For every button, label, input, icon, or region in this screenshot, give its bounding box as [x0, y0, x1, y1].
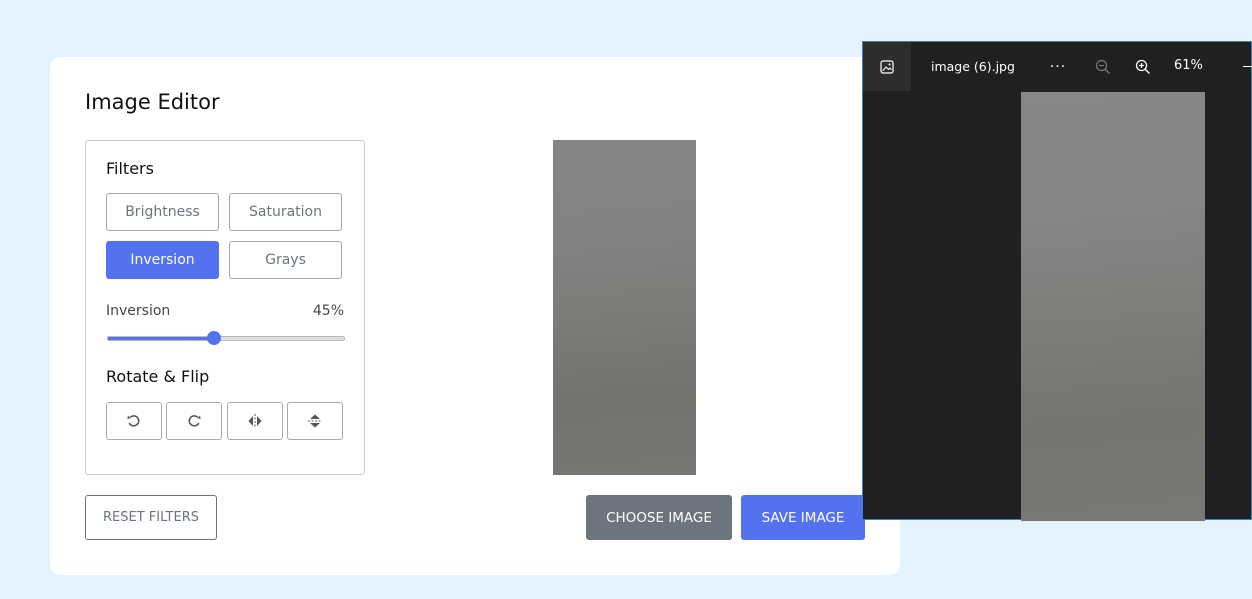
filter-panel: Filters Brightness Saturation Inversion … — [85, 140, 365, 475]
saturation-button[interactable]: Saturation — [229, 193, 342, 231]
flip-horizontal-button[interactable] — [227, 402, 283, 440]
choose-image-button[interactable]: CHOOSE IMAGE — [586, 495, 732, 540]
viewer-toolbar: image (6).jpg ... 61% — [863, 42, 1252, 91]
flip-vertical-icon — [308, 414, 322, 428]
save-image-button[interactable]: SAVE IMAGE — [741, 495, 865, 540]
rotate-heading: Rotate & Flip — [106, 367, 210, 386]
rotate-right-button[interactable] — [166, 402, 222, 440]
zoom-level: 61% — [1174, 58, 1203, 73]
zoom-out-button[interactable] — [1093, 57, 1113, 77]
reset-filters-button[interactable]: RESET FILTERS — [85, 495, 217, 540]
slider-value: 45% — [312, 303, 344, 319]
file-name: image (6).jpg — [931, 59, 1015, 74]
slider-name: Inversion — [106, 303, 171, 319]
filter-slider[interactable] — [107, 331, 345, 345]
minimize-icon[interactable] — [1243, 66, 1252, 67]
flip-horizontal-icon — [248, 414, 262, 428]
rotate-left-button[interactable] — [106, 402, 162, 440]
more-icon: ... — [1049, 55, 1067, 71]
gallery-button[interactable] — [863, 42, 911, 91]
image-preview — [553, 140, 696, 475]
filters-heading: Filters — [106, 159, 154, 178]
photo-viewer-window: image (6).jpg ... 61% — [862, 41, 1252, 521]
editor-title: Image Editor — [85, 90, 220, 114]
slider-thumb[interactable] — [207, 331, 222, 345]
rotate-left-icon — [127, 415, 140, 427]
zoom-in-icon — [1135, 59, 1150, 74]
image-icon — [880, 59, 894, 74]
more-options-button[interactable]: ... — [1048, 53, 1068, 73]
rotate-right-icon — [188, 415, 201, 427]
grays-button[interactable]: Grays — [229, 241, 342, 279]
viewer-image — [1021, 92, 1205, 521]
inversion-button[interactable]: Inversion — [106, 241, 219, 279]
slider-fill — [108, 337, 215, 340]
zoom-in-button[interactable] — [1133, 57, 1153, 77]
flip-vertical-button[interactable] — [287, 402, 343, 440]
image-editor-card: Image Editor Filters Brightness Saturati… — [50, 57, 900, 575]
brightness-button[interactable]: Brightness — [106, 193, 219, 231]
zoom-out-icon — [1095, 59, 1110, 74]
